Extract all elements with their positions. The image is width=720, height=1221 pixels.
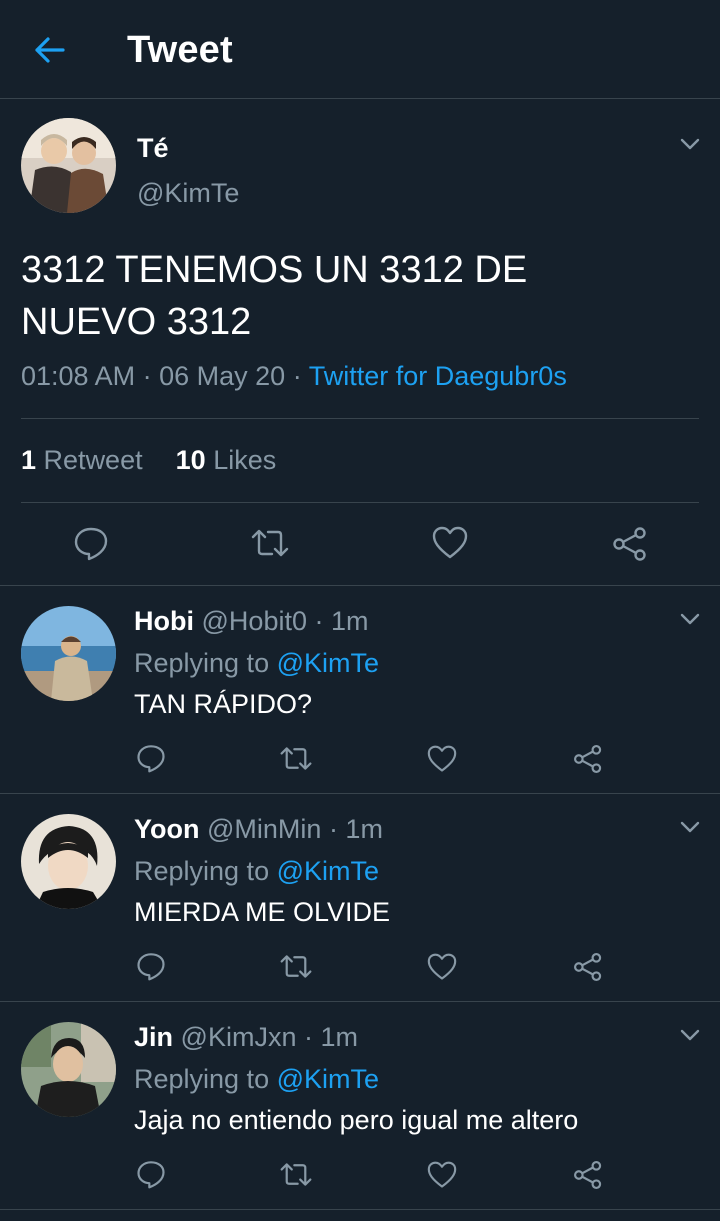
divider bbox=[21, 418, 699, 419]
author-name[interactable]: Té bbox=[137, 133, 169, 164]
main-tweet: Té @KimTe 3312 TENEMOS UN 3312 DE NUEVO … bbox=[0, 99, 720, 586]
chevron-down-icon[interactable] bbox=[677, 814, 703, 840]
reply-text: Jaja no entiendo pero igual me altero bbox=[134, 1105, 579, 1135]
author-handle[interactable]: @KimTe bbox=[137, 178, 239, 209]
like-heart-icon[interactable] bbox=[427, 1161, 457, 1189]
reply-tweet[interactable]: Jin @KimJxn · 1m Replying to @KimTe Jaja… bbox=[0, 1002, 720, 1210]
reply-author-name[interactable]: Jin bbox=[134, 1022, 173, 1052]
reply-header: Hobi @Hobit0 · 1m bbox=[134, 606, 369, 637]
replying-to: Replying to @KimTe bbox=[134, 1064, 380, 1094]
tweet-text: 3312 TENEMOS UN 3312 DE NUEVO 3312 bbox=[21, 249, 528, 343]
tweet-date: 06 May 20 bbox=[159, 361, 286, 391]
top-app-bar: Tweet bbox=[0, 0, 720, 99]
tweet-stats: 1 Retweet 10 Likes bbox=[21, 445, 276, 476]
likes-stat[interactable]: 10 Likes bbox=[176, 445, 277, 475]
tweet-metadata: 01:08 AM · 06 May 20 · Twitter for Daegu… bbox=[21, 361, 567, 391]
reply-author-name[interactable]: Yoon bbox=[134, 814, 199, 844]
reply-tweet[interactable]: Hobi @Hobit0 · 1m Replying to @KimTe TAN… bbox=[0, 586, 720, 794]
reply-icon[interactable] bbox=[136, 743, 166, 773]
share-icon[interactable] bbox=[573, 952, 603, 982]
author-avatar[interactable] bbox=[21, 118, 116, 213]
tweet-source-link[interactable]: Twitter for Daegubr0s bbox=[309, 361, 567, 391]
reply-icon[interactable] bbox=[73, 525, 109, 561]
chevron-down-icon[interactable] bbox=[677, 606, 703, 632]
avatar[interactable] bbox=[21, 606, 116, 701]
reply-author-name[interactable]: Hobi bbox=[134, 606, 194, 636]
reply-icon[interactable] bbox=[136, 1159, 166, 1189]
like-heart-icon[interactable] bbox=[427, 745, 457, 773]
replying-to-link[interactable]: @KimTe bbox=[277, 1064, 379, 1094]
arrow-left-icon bbox=[35, 37, 65, 63]
replying-to-link[interactable]: @KimTe bbox=[277, 648, 379, 678]
like-heart-icon[interactable] bbox=[432, 526, 468, 560]
chevron-down-icon[interactable] bbox=[677, 1022, 703, 1048]
reply-text: TAN RÁPIDO? bbox=[134, 689, 313, 719]
reply-text: MIERDA ME OLVIDE bbox=[134, 897, 391, 927]
reply-author-handle[interactable]: @KimJxn bbox=[181, 1022, 297, 1052]
like-heart-icon[interactable] bbox=[427, 953, 457, 981]
retweet-icon[interactable] bbox=[279, 953, 313, 980]
reply-author-handle[interactable]: @MinMin bbox=[207, 814, 321, 844]
divider bbox=[21, 502, 699, 503]
avatar[interactable] bbox=[21, 814, 116, 909]
tweet-time: 01:08 AM bbox=[21, 361, 136, 391]
retweet-icon[interactable] bbox=[279, 1161, 313, 1188]
reply-time: · 1m bbox=[303, 1022, 358, 1052]
reply-header: Jin @KimJxn · 1m bbox=[134, 1022, 358, 1053]
retweets-stat[interactable]: 1 Retweet bbox=[21, 445, 143, 475]
retweet-icon[interactable] bbox=[279, 745, 313, 772]
reply-header: Yoon @MinMin · 1m bbox=[134, 814, 383, 845]
reply-icon[interactable] bbox=[136, 951, 166, 981]
chevron-down-icon[interactable] bbox=[677, 131, 703, 157]
reply-time: · 1m bbox=[328, 814, 383, 844]
avatar[interactable] bbox=[21, 1022, 116, 1117]
page-title: Tweet bbox=[127, 29, 233, 71]
reply-author-handle[interactable]: @Hobit0 bbox=[202, 606, 307, 636]
reply-tweet[interactable]: Yoon @MinMin · 1m Replying to @KimTe MIE… bbox=[0, 794, 720, 1002]
back-button[interactable] bbox=[30, 30, 70, 70]
share-icon[interactable] bbox=[573, 1160, 603, 1190]
replying-to: Replying to @KimTe bbox=[134, 856, 380, 886]
share-icon[interactable] bbox=[573, 744, 603, 774]
reply-time: · 1m bbox=[314, 606, 369, 636]
retweet-icon[interactable] bbox=[250, 527, 290, 559]
replying-to: Replying to @KimTe bbox=[134, 648, 380, 678]
replying-to-link[interactable]: @KimTe bbox=[277, 856, 379, 886]
share-icon[interactable] bbox=[612, 526, 648, 562]
